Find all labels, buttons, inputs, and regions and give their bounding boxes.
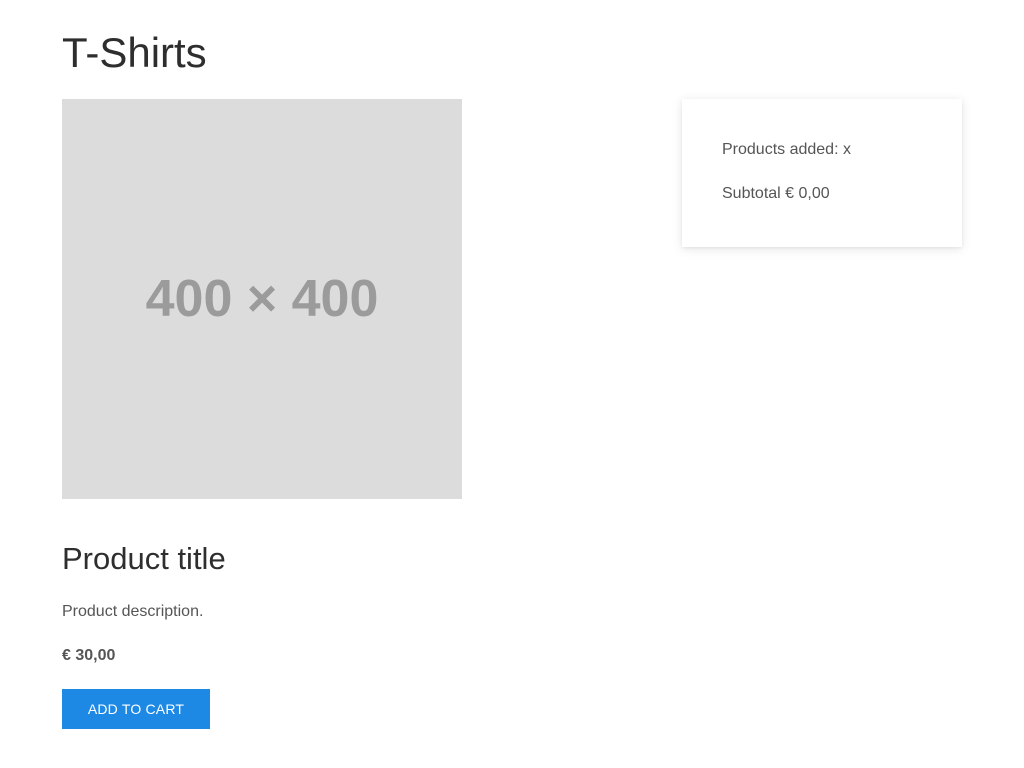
product-price: € 30,00	[62, 647, 116, 664]
cart-products-added: Products added: x	[722, 140, 851, 160]
product-image-placeholder: 400 × 400	[62, 99, 462, 499]
cart-products-added-value: x	[842, 141, 851, 158]
cart-subtotal-label: Subtotal	[722, 185, 781, 202]
cart-subtotal-value: € 0,00	[785, 185, 830, 202]
page-title: T-Shirts	[62, 29, 207, 76]
page: T-Shirts 400 × 400 Product title Product…	[0, 0, 1024, 768]
cart-subtotal: Subtotal € 0,00	[722, 184, 830, 204]
product-title: Product title	[62, 541, 226, 576]
product-description: Product description.	[62, 603, 204, 620]
cart-summary-card: Products added: x Subtotal € 0,00	[682, 99, 962, 247]
cart-products-added-label: Products added:	[722, 141, 839, 158]
add-to-cart-button[interactable]: ADD TO CART	[62, 689, 210, 729]
product-image-placeholder-text: 400 × 400	[145, 270, 379, 328]
